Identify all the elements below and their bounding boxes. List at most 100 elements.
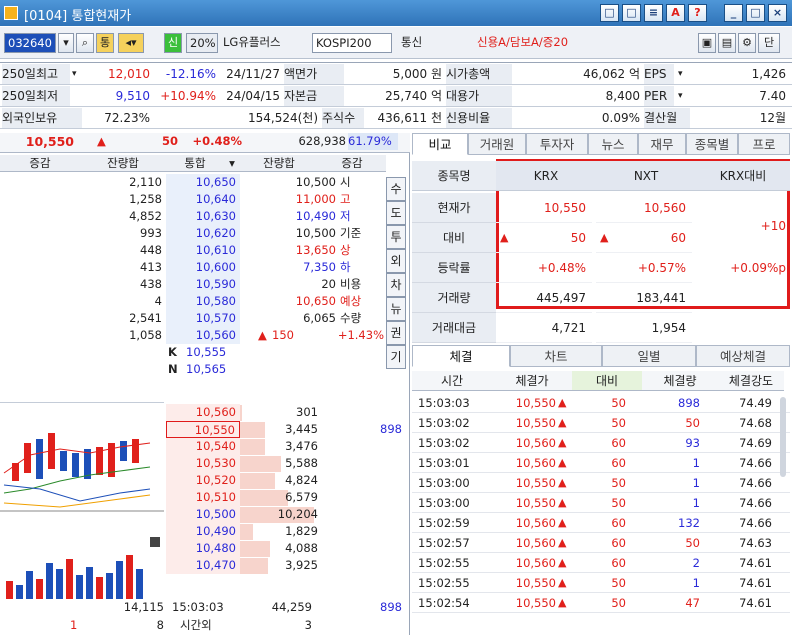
sell-price[interactable]: 10,620: [166, 225, 240, 242]
buy-price[interactable]: 10,530: [166, 455, 240, 472]
buy-price[interactable]: 10,480: [166, 540, 240, 557]
trade-price: 10,560: [515, 556, 556, 570]
up-triangle-icon: ▲: [558, 416, 567, 429]
minimize-button[interactable]: _: [724, 4, 743, 22]
sell-price[interactable]: 10,590: [166, 276, 240, 293]
scrollbar-thumb[interactable]: [780, 397, 786, 477]
help-button[interactable]: ?: [688, 4, 707, 22]
expand-icon[interactable]: [150, 537, 160, 547]
sub-tab-2[interactable]: 일별: [602, 345, 696, 367]
sell-price[interactable]: 10,630: [166, 208, 240, 225]
side-tab[interactable]: 뉴: [386, 297, 406, 321]
kn-price: 10,565: [186, 362, 227, 376]
buy-price[interactable]: 10,520: [166, 472, 240, 489]
chevron-down-icon[interactable]: ▾: [72, 64, 84, 84]
close-button[interactable]: ×: [768, 4, 787, 22]
volume-bar: [106, 573, 113, 599]
cmp-nxt: 10,560: [596, 193, 692, 223]
stock-name: LG유플러스: [223, 35, 281, 49]
up-triangle-icon: ▲: [97, 134, 106, 148]
dropdown-icon[interactable]: ▾: [58, 33, 74, 53]
cmp-krx: +0.48%: [496, 253, 592, 283]
cmp-nxt: 183,441: [596, 283, 692, 313]
kn-price: 10,555: [186, 345, 227, 359]
cmp-nxt: 1,954: [596, 313, 692, 343]
info-price: 10,500: [295, 175, 336, 189]
side-tab[interactable]: 수: [386, 177, 406, 201]
sell-price[interactable]: 10,650: [166, 174, 240, 191]
info-label: 대용가: [446, 86, 512, 106]
sell-qty: 2,541: [129, 311, 162, 325]
sell-price[interactable]: 10,640: [166, 191, 240, 208]
font-button[interactable]: A: [666, 4, 685, 22]
sub-tab-3[interactable]: 예상체결: [696, 345, 790, 367]
side-tab[interactable]: 권: [386, 321, 406, 345]
side-tab[interactable]: 도: [386, 201, 406, 225]
stock-code-input[interactable]: 032640: [4, 33, 56, 53]
window-icon[interactable]: ▣: [698, 33, 716, 53]
cmp-header: 종목명: [412, 161, 496, 191]
info-price: 7,350: [303, 260, 336, 274]
credit-button[interactable]: 신: [164, 33, 182, 53]
layout2-button[interactable]: □: [622, 4, 641, 22]
single-button[interactable]: 단: [758, 33, 780, 53]
candle: [36, 439, 43, 479]
volume-bar: [76, 575, 83, 599]
tab-2[interactable]: 투자자: [526, 133, 588, 155]
buy-qty: 3,925: [285, 558, 318, 572]
sell-price[interactable]: 10,610: [166, 242, 240, 259]
cmp-label: 등락률: [412, 253, 496, 283]
trade-header: 체결강도: [718, 371, 784, 391]
speaker-icon[interactable]: ◂▾: [118, 33, 144, 53]
info-value: 46,062 억: [583, 67, 640, 81]
col-header: 잔량합: [240, 155, 318, 172]
buy-price[interactable]: 10,470: [166, 557, 240, 574]
buy-price[interactable]: 10,510: [166, 489, 240, 506]
buy-price[interactable]: 10,550: [166, 421, 240, 438]
chevron-down-icon[interactable]: ▾: [678, 64, 690, 84]
info-value: 0.09%: [601, 111, 640, 125]
trade-diff: 60: [611, 436, 626, 450]
maximize-button[interactable]: □: [746, 4, 765, 22]
chevron-down-icon[interactable]: ▾: [678, 86, 690, 106]
tab-5[interactable]: 종목별: [686, 133, 738, 155]
tab-6[interactable]: 프로: [738, 133, 790, 155]
mini-chart-svg: [0, 433, 164, 599]
tab-4[interactable]: 재무: [638, 133, 686, 155]
sell-price[interactable]: 10,570: [166, 310, 240, 327]
tab-0[interactable]: 비교: [412, 133, 468, 155]
tab-3[interactable]: 뉴스: [588, 133, 638, 155]
search-icon[interactable]: ⌕: [76, 33, 94, 53]
info-price: 10,500: [295, 226, 336, 240]
sub-tab-0[interactable]: 체결: [412, 345, 510, 367]
layout-button[interactable]: □: [600, 4, 619, 22]
info-value: 12,010: [108, 67, 150, 81]
volume-bar: [136, 569, 143, 599]
trade-diff: 60: [611, 536, 626, 550]
after-hours-label[interactable]: 시간외: [180, 617, 238, 634]
sub-tab-1[interactable]: 차트: [510, 345, 602, 367]
col-select-icon[interactable]: ▾: [224, 155, 240, 172]
window2-icon[interactable]: ▤: [718, 33, 736, 53]
side-tab[interactable]: 기: [386, 345, 406, 369]
trade-row: 15:03:02 10,550 ▲ 50 50 74.68: [412, 413, 790, 433]
info-value: 1,426: [751, 67, 786, 81]
trade-price: 10,560: [515, 456, 556, 470]
right-panel: 비교 거래원 투자자 뉴스 재무 종목별 프로 종목명 KRX NXT KRX대비 현재가 10,55…: [412, 133, 792, 635]
buy-price[interactable]: 10,490: [166, 523, 240, 540]
buy-price[interactable]: 10,540: [166, 438, 240, 455]
side-tab[interactable]: 외: [386, 249, 406, 273]
link-button[interactable]: ≡: [644, 4, 663, 22]
buy-price[interactable]: 10,560: [166, 404, 240, 421]
sell-price[interactable]: 10,580: [166, 293, 240, 310]
sell-price[interactable]: 10,600: [166, 259, 240, 276]
sell-price[interactable]: 10,560: [166, 327, 240, 344]
gear-icon[interactable]: ⚙: [738, 33, 756, 53]
side-tab[interactable]: 투: [386, 225, 406, 249]
side-tab[interactable]: 차: [386, 273, 406, 297]
sel1-button[interactable]: 통: [96, 33, 114, 53]
trade-row: 15:02:55 10,560 ▲ 60 2 74.61: [412, 553, 790, 573]
info-label: 기준: [340, 226, 362, 240]
tab-1[interactable]: 거래원: [468, 133, 526, 155]
buy-price[interactable]: 10,500: [166, 506, 240, 523]
